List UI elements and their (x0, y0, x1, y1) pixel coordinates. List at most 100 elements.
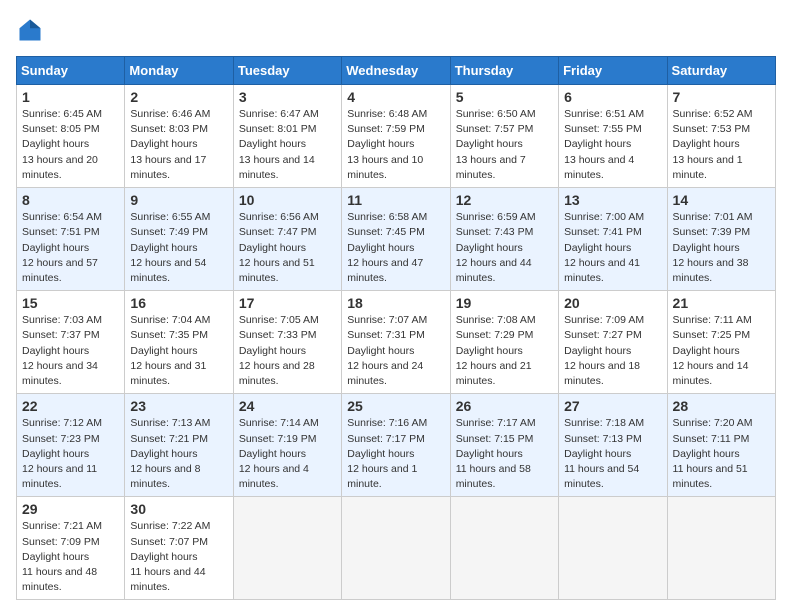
day-number: 9 (130, 192, 227, 208)
calendar-week-2: 8 Sunrise: 6:54 AM Sunset: 7:51 PM Dayli… (17, 188, 776, 291)
day-info: Sunrise: 7:16 AM Sunset: 7:17 PM Dayligh… (347, 416, 444, 492)
day-info: Sunrise: 6:54 AM Sunset: 7:51 PM Dayligh… (22, 210, 119, 286)
calendar-day: 13 Sunrise: 7:00 AM Sunset: 7:41 PM Dayl… (559, 188, 667, 291)
calendar-day: 2 Sunrise: 6:46 AM Sunset: 8:03 PM Dayli… (125, 85, 233, 188)
day-info: Sunrise: 7:08 AM Sunset: 7:29 PM Dayligh… (456, 313, 553, 389)
day-number: 21 (673, 295, 770, 311)
day-number: 3 (239, 89, 336, 105)
weekday-header-saturday: Saturday (667, 57, 775, 85)
calendar-day: 8 Sunrise: 6:54 AM Sunset: 7:51 PM Dayli… (17, 188, 125, 291)
calendar-day: 27 Sunrise: 7:18 AM Sunset: 7:13 PM Dayl… (559, 394, 667, 497)
day-info: Sunrise: 7:21 AM Sunset: 7:09 PM Dayligh… (22, 519, 119, 595)
calendar-day: 23 Sunrise: 7:13 AM Sunset: 7:21 PM Dayl… (125, 394, 233, 497)
day-info: Sunrise: 7:05 AM Sunset: 7:33 PM Dayligh… (239, 313, 336, 389)
day-info: Sunrise: 6:59 AM Sunset: 7:43 PM Dayligh… (456, 210, 553, 286)
day-number: 27 (564, 398, 661, 414)
day-number: 12 (456, 192, 553, 208)
day-info: Sunrise: 7:18 AM Sunset: 7:13 PM Dayligh… (564, 416, 661, 492)
calendar-day: 12 Sunrise: 6:59 AM Sunset: 7:43 PM Dayl… (450, 188, 558, 291)
day-number: 30 (130, 501, 227, 517)
calendar-day: 19 Sunrise: 7:08 AM Sunset: 7:29 PM Dayl… (450, 291, 558, 394)
calendar-day: 15 Sunrise: 7:03 AM Sunset: 7:37 PM Dayl… (17, 291, 125, 394)
day-info: Sunrise: 7:22 AM Sunset: 7:07 PM Dayligh… (130, 519, 227, 595)
calendar-day: 1 Sunrise: 6:45 AM Sunset: 8:05 PM Dayli… (17, 85, 125, 188)
day-number: 13 (564, 192, 661, 208)
calendar-day: 14 Sunrise: 7:01 AM Sunset: 7:39 PM Dayl… (667, 188, 775, 291)
calendar-day: 11 Sunrise: 6:58 AM Sunset: 7:45 PM Dayl… (342, 188, 450, 291)
day-number: 20 (564, 295, 661, 311)
day-number: 8 (22, 192, 119, 208)
day-number: 17 (239, 295, 336, 311)
calendar-day: 21 Sunrise: 7:11 AM Sunset: 7:25 PM Dayl… (667, 291, 775, 394)
page-header (16, 16, 776, 44)
day-number: 15 (22, 295, 119, 311)
day-info: Sunrise: 7:01 AM Sunset: 7:39 PM Dayligh… (673, 210, 770, 286)
day-number: 10 (239, 192, 336, 208)
day-number: 14 (673, 192, 770, 208)
calendar-day (559, 497, 667, 600)
calendar-day (233, 497, 341, 600)
calendar-week-1: 1 Sunrise: 6:45 AM Sunset: 8:05 PM Dayli… (17, 85, 776, 188)
calendar-day: 5 Sunrise: 6:50 AM Sunset: 7:57 PM Dayli… (450, 85, 558, 188)
day-number: 25 (347, 398, 444, 414)
calendar-day: 28 Sunrise: 7:20 AM Sunset: 7:11 PM Dayl… (667, 394, 775, 497)
calendar-header-row: SundayMondayTuesdayWednesdayThursdayFrid… (17, 57, 776, 85)
day-info: Sunrise: 6:52 AM Sunset: 7:53 PM Dayligh… (673, 107, 770, 183)
day-info: Sunrise: 7:07 AM Sunset: 7:31 PM Dayligh… (347, 313, 444, 389)
day-number: 4 (347, 89, 444, 105)
calendar-day: 20 Sunrise: 7:09 AM Sunset: 7:27 PM Dayl… (559, 291, 667, 394)
day-number: 18 (347, 295, 444, 311)
day-info: Sunrise: 6:56 AM Sunset: 7:47 PM Dayligh… (239, 210, 336, 286)
calendar-day: 30 Sunrise: 7:22 AM Sunset: 7:07 PM Dayl… (125, 497, 233, 600)
calendar-week-4: 22 Sunrise: 7:12 AM Sunset: 7:23 PM Dayl… (17, 394, 776, 497)
weekday-header-thursday: Thursday (450, 57, 558, 85)
day-info: Sunrise: 7:12 AM Sunset: 7:23 PM Dayligh… (22, 416, 119, 492)
calendar-day: 18 Sunrise: 7:07 AM Sunset: 7:31 PM Dayl… (342, 291, 450, 394)
day-number: 23 (130, 398, 227, 414)
day-number: 7 (673, 89, 770, 105)
day-number: 16 (130, 295, 227, 311)
calendar-day: 29 Sunrise: 7:21 AM Sunset: 7:09 PM Dayl… (17, 497, 125, 600)
day-info: Sunrise: 7:04 AM Sunset: 7:35 PM Dayligh… (130, 313, 227, 389)
weekday-header-wednesday: Wednesday (342, 57, 450, 85)
day-info: Sunrise: 7:00 AM Sunset: 7:41 PM Dayligh… (564, 210, 661, 286)
calendar-day (342, 497, 450, 600)
calendar-day: 3 Sunrise: 6:47 AM Sunset: 8:01 PM Dayli… (233, 85, 341, 188)
calendar-day: 7 Sunrise: 6:52 AM Sunset: 7:53 PM Dayli… (667, 85, 775, 188)
day-number: 26 (456, 398, 553, 414)
day-info: Sunrise: 7:14 AM Sunset: 7:19 PM Dayligh… (239, 416, 336, 492)
day-info: Sunrise: 7:03 AM Sunset: 7:37 PM Dayligh… (22, 313, 119, 389)
day-number: 22 (22, 398, 119, 414)
day-info: Sunrise: 7:11 AM Sunset: 7:25 PM Dayligh… (673, 313, 770, 389)
day-number: 11 (347, 192, 444, 208)
day-info: Sunrise: 6:55 AM Sunset: 7:49 PM Dayligh… (130, 210, 227, 286)
calendar-day: 4 Sunrise: 6:48 AM Sunset: 7:59 PM Dayli… (342, 85, 450, 188)
calendar-day: 10 Sunrise: 6:56 AM Sunset: 7:47 PM Dayl… (233, 188, 341, 291)
day-number: 6 (564, 89, 661, 105)
logo (16, 16, 48, 44)
calendar-week-5: 29 Sunrise: 7:21 AM Sunset: 7:09 PM Dayl… (17, 497, 776, 600)
calendar-day: 9 Sunrise: 6:55 AM Sunset: 7:49 PM Dayli… (125, 188, 233, 291)
day-info: Sunrise: 7:20 AM Sunset: 7:11 PM Dayligh… (673, 416, 770, 492)
calendar-table: SundayMondayTuesdayWednesdayThursdayFrid… (16, 56, 776, 600)
weekday-header-tuesday: Tuesday (233, 57, 341, 85)
calendar-day: 24 Sunrise: 7:14 AM Sunset: 7:19 PM Dayl… (233, 394, 341, 497)
calendar-day: 16 Sunrise: 7:04 AM Sunset: 7:35 PM Dayl… (125, 291, 233, 394)
weekday-header-monday: Monday (125, 57, 233, 85)
day-number: 1 (22, 89, 119, 105)
weekday-header-friday: Friday (559, 57, 667, 85)
logo-icon (16, 16, 44, 44)
day-info: Sunrise: 6:58 AM Sunset: 7:45 PM Dayligh… (347, 210, 444, 286)
calendar-week-3: 15 Sunrise: 7:03 AM Sunset: 7:37 PM Dayl… (17, 291, 776, 394)
day-number: 2 (130, 89, 227, 105)
calendar-day (667, 497, 775, 600)
calendar-day (450, 497, 558, 600)
day-info: Sunrise: 6:47 AM Sunset: 8:01 PM Dayligh… (239, 107, 336, 183)
day-number: 19 (456, 295, 553, 311)
calendar-day: 26 Sunrise: 7:17 AM Sunset: 7:15 PM Dayl… (450, 394, 558, 497)
day-info: Sunrise: 7:09 AM Sunset: 7:27 PM Dayligh… (564, 313, 661, 389)
calendar-day: 17 Sunrise: 7:05 AM Sunset: 7:33 PM Dayl… (233, 291, 341, 394)
day-number: 28 (673, 398, 770, 414)
day-info: Sunrise: 7:13 AM Sunset: 7:21 PM Dayligh… (130, 416, 227, 492)
day-info: Sunrise: 6:46 AM Sunset: 8:03 PM Dayligh… (130, 107, 227, 183)
